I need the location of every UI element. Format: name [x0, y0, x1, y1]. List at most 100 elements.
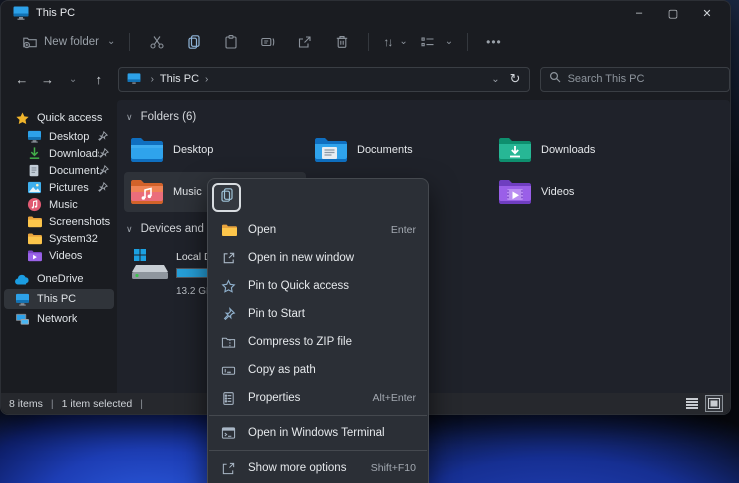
tile-videos[interactable]: Videos: [492, 172, 674, 212]
titlebar: This PC – ▢ ✕: [1, 1, 730, 25]
context-menu: Open Enter Open in new window Pin to Qui…: [207, 178, 429, 483]
search-input[interactable]: [568, 73, 721, 85]
pin-icon: [99, 148, 110, 160]
new-folder-button[interactable]: New folder ⌄: [15, 29, 121, 54]
sidebar-item-this-pc[interactable]: This PC: [4, 289, 114, 309]
search-box[interactable]: [540, 67, 730, 92]
cut-icon: [148, 33, 165, 50]
items-count: 8 items: [9, 398, 43, 410]
documents-folder-icon: [314, 135, 348, 165]
maximize-button[interactable]: ▢: [656, 1, 690, 25]
folder-icon: [220, 222, 237, 239]
up-button[interactable]: ↑: [87, 67, 111, 91]
tile-downloads[interactable]: Downloads: [492, 130, 674, 170]
pin-icon: [98, 182, 110, 194]
sidebar-item-onedrive[interactable]: OneDrive: [4, 269, 114, 289]
copy-quick-action[interactable]: [212, 183, 241, 212]
sidebar-item-music[interactable]: Music: [4, 196, 114, 213]
delete-button[interactable]: [323, 29, 360, 54]
terminal-icon: [220, 425, 237, 442]
more-icon: •••: [486, 35, 502, 49]
sidebar: Quick access Desktop Downloads: [1, 100, 117, 393]
refresh-icon[interactable]: ↻: [510, 71, 521, 87]
sidebar-item-network[interactable]: Network: [4, 309, 114, 329]
music-icon: [26, 197, 42, 213]
minimize-button[interactable]: –: [622, 1, 656, 25]
show-more-icon: [220, 460, 237, 477]
menu-item-copy-as-path[interactable]: Copy as path: [208, 356, 428, 384]
pin-icon: [98, 131, 110, 143]
status-divider: |: [140, 398, 143, 410]
toolbar-divider: [368, 33, 369, 51]
close-button[interactable]: ✕: [690, 1, 724, 25]
view-button[interactable]: ⌄: [414, 29, 459, 54]
recent-locations-button[interactable]: ⌄: [61, 67, 85, 91]
selected-count: 1 item selected: [62, 398, 133, 410]
toolbar-divider: [129, 33, 130, 51]
paste-button[interactable]: [212, 29, 249, 54]
details-view-button[interactable]: [684, 396, 700, 411]
sidebar-item-screenshots[interactable]: Screenshots: [4, 213, 114, 230]
context-menu-icon-bar: [208, 179, 428, 216]
back-button[interactable]: ←: [10, 67, 34, 91]
share-icon: [296, 33, 313, 50]
status-divider: |: [51, 398, 54, 410]
new-folder-icon: [21, 33, 38, 50]
address-bar[interactable]: › This PC › ⌄ ↻: [118, 67, 530, 92]
menu-item-open-new-window[interactable]: Open in new window: [208, 244, 428, 272]
sidebar-item-desktop[interactable]: Desktop: [4, 128, 114, 145]
chevron-down-icon: ⌄: [107, 36, 115, 47]
breadcrumb-separator[interactable]: ›: [205, 74, 208, 85]
forward-button[interactable]: →: [36, 67, 60, 91]
window-title: This PC: [36, 7, 75, 19]
thumbnail-view-button[interactable]: [706, 396, 722, 411]
document-icon: [26, 163, 42, 179]
picture-icon: [26, 180, 42, 196]
menu-item-open[interactable]: Open Enter: [208, 216, 428, 244]
menu-separator: [209, 450, 427, 451]
delete-icon: [333, 33, 350, 50]
menu-item-show-more-options[interactable]: Show more options Shift+F10: [208, 454, 428, 482]
sidebar-item-videos[interactable]: Videos: [4, 247, 114, 264]
sidebar-item-downloads[interactable]: Downloads: [4, 145, 114, 162]
sort-button[interactable]: ↑↓ ⌄: [377, 31, 413, 53]
sidebar-item-system32[interactable]: System32: [4, 230, 114, 247]
sidebar-item-pictures[interactable]: Pictures: [4, 179, 114, 196]
tile-desktop[interactable]: Desktop: [124, 130, 306, 170]
search-icon: [549, 70, 561, 88]
view-icon: [420, 33, 437, 50]
local-disk-icon: [130, 247, 170, 281]
share-button[interactable]: [286, 29, 323, 54]
music-folder-icon: [130, 177, 164, 207]
chevron-down-icon: ⌄: [445, 36, 453, 47]
folder-icon: [26, 214, 42, 230]
menu-item-pin-quick-access[interactable]: Pin to Quick access: [208, 272, 428, 300]
rename-button[interactable]: [249, 29, 286, 54]
menu-item-compress-zip[interactable]: Compress to ZIP file: [208, 328, 428, 356]
cut-button[interactable]: [138, 29, 175, 54]
folders-section-header[interactable]: ∨ Folders (6): [126, 108, 730, 126]
star-outline-icon: [220, 278, 237, 295]
collapse-chevron-icon[interactable]: ∨: [126, 112, 133, 123]
open-new-window-icon: [220, 250, 237, 267]
sidebar-item-quick-access[interactable]: Quick access: [4, 108, 114, 128]
desktop-folder-icon: [130, 135, 164, 165]
menu-separator: [209, 415, 427, 416]
menu-item-pin-start[interactable]: Pin to Start: [208, 300, 428, 328]
breadcrumb-separator: ›: [151, 74, 154, 85]
see-more-button[interactable]: •••: [476, 31, 512, 53]
sidebar-item-documents[interactable]: Documents: [4, 162, 114, 179]
copy-button[interactable]: [175, 29, 212, 54]
this-pc-icon: [127, 73, 141, 85]
network-icon: [14, 311, 30, 327]
collapse-chevron-icon[interactable]: ∨: [126, 224, 133, 235]
menu-item-open-terminal[interactable]: Open in Windows Terminal: [208, 419, 428, 447]
downloads-folder-icon: [498, 135, 532, 165]
videos-folder-icon: [498, 177, 532, 207]
new-folder-label: New folder: [44, 36, 99, 48]
address-dropdown-icon[interactable]: ⌄: [491, 74, 499, 85]
tile-documents[interactable]: Documents: [308, 130, 490, 170]
this-pc-icon: [14, 291, 30, 307]
menu-item-properties[interactable]: Properties Alt+Enter: [208, 384, 428, 412]
breadcrumb-this-pc[interactable]: This PC: [160, 73, 199, 85]
